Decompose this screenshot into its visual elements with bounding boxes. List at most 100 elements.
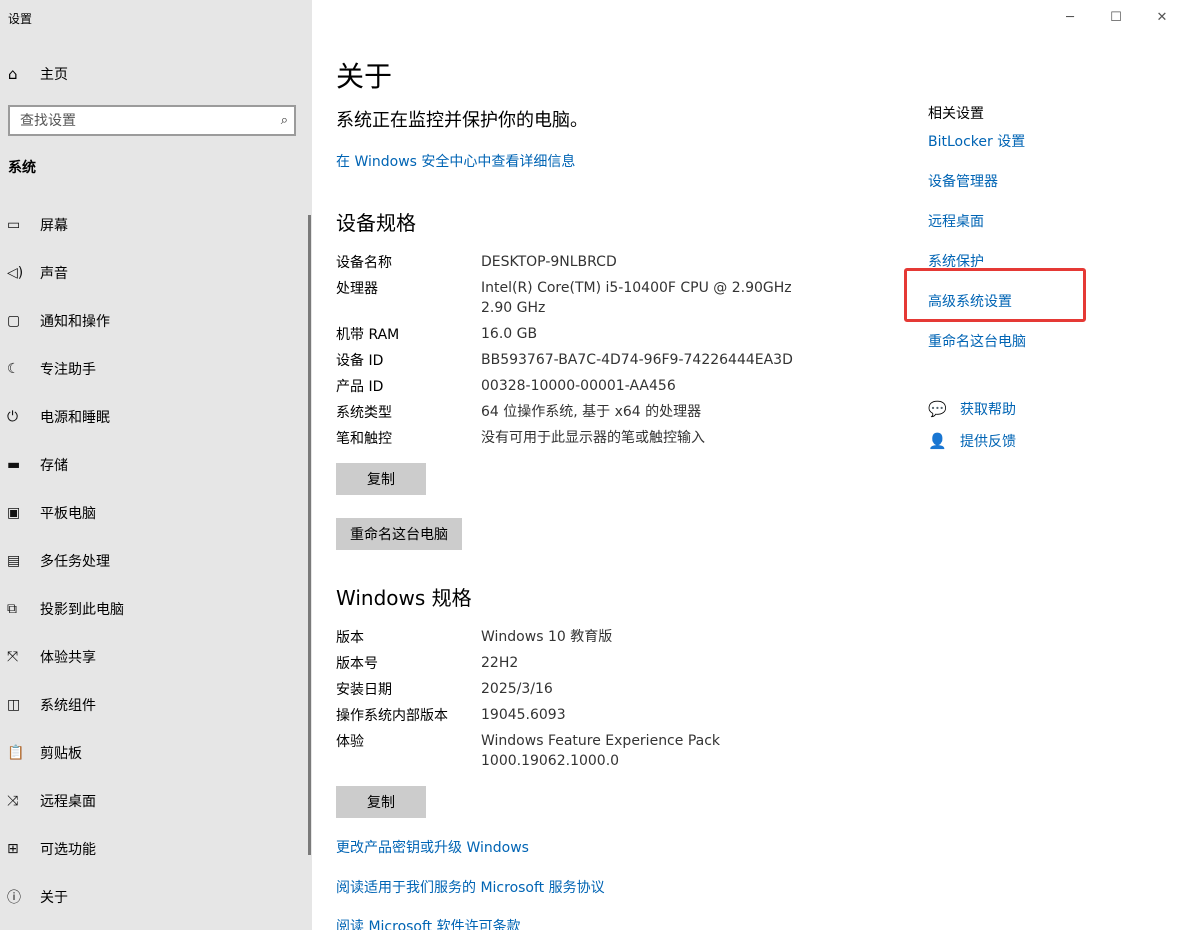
spec-value: DESKTOP-9NLBRCD [481, 254, 617, 270]
sidebar-item-optional-features[interactable]: ⊞ 可选功能 [0, 825, 312, 873]
spec-row: 安装日期 2025/3/16 [336, 679, 553, 699]
sidebar-item-label: 系统组件 [40, 698, 96, 714]
share-icon: ⤧ [7, 649, 19, 665]
spec-label: 体验 [336, 734, 364, 750]
give-feedback-link[interactable]: 提供反馈 [960, 431, 1016, 451]
search-icon[interactable]: ⌕ [281, 113, 288, 128]
sidebar-item-label: 电源和睡眠 [40, 410, 110, 426]
sidebar: 设置 ⌂ 主页 ⌕ 系统 ▭ 屏幕 ◁) 声音 ▢ 通知和操作 ☾ 专注助手 ⏻ 电源和睡… [0, 0, 312, 930]
minimize-icon[interactable]: ─ [1047, 6, 1093, 28]
spec-row: 系统类型 64 位操作系统, 基于 x64 的处理器 [336, 402, 701, 422]
close-icon[interactable]: ✕ [1139, 6, 1185, 28]
sidebar-item-power[interactable]: ⏻ 电源和睡眠 [0, 393, 312, 441]
sidebar-item-label: 专注助手 [40, 362, 96, 378]
project-icon: ⧉ [7, 601, 17, 617]
spec-row: 设备 ID BB593767-BA7C-4D74-96F9-74226444EA3… [336, 350, 793, 370]
copy-windows-specs-button[interactable]: 复制 [336, 786, 426, 818]
device-manager-link[interactable]: 设备管理器 [928, 171, 998, 191]
spec-value: 00328-10000-00001-AA456 [481, 378, 676, 394]
spec-label: 机带 RAM [336, 327, 400, 343]
maximize-icon[interactable]: ☐ [1093, 6, 1139, 28]
storage-icon: ▬ [7, 457, 21, 473]
windows-specs-heading: Windows 规格 [336, 586, 472, 610]
page-title: 关于 [336, 60, 393, 93]
spec-label: 版本 [336, 630, 364, 646]
sound-icon: ◁) [7, 265, 24, 281]
spec-row: 机带 RAM 16.0 GB [336, 324, 537, 344]
spec-label: 版本号 [336, 656, 378, 672]
sidebar-item-label: 可选功能 [40, 842, 96, 858]
sidebar-item-tablet[interactable]: ▣ 平板电脑 [0, 489, 312, 537]
spec-label: 安装日期 [336, 682, 392, 698]
rename-pc-button[interactable]: 重命名这台电脑 [336, 518, 462, 550]
sidebar-item-label: 声音 [40, 266, 68, 282]
get-help-row[interactable]: 💬 获取帮助 [928, 399, 1016, 419]
section-title: 系统 [8, 160, 36, 176]
spec-value-line2: 2.90 GHz [481, 300, 546, 316]
spec-row: 笔和触控 没有可用于此显示器的笔或触控输入 [336, 428, 705, 448]
sidebar-item-sound[interactable]: ◁) 声音 [0, 249, 312, 297]
protection-status: 系统正在监控并保护你的电脑。 [336, 110, 588, 131]
sidebar-item-multitasking[interactable]: ▤ 多任务处理 [0, 537, 312, 585]
window-controls: ─ ☐ ✕ [1047, 6, 1185, 28]
spec-label: 系统类型 [336, 405, 392, 421]
sidebar-item-remote-desktop[interactable]: ⤨ 远程桌面 [0, 777, 312, 825]
rename-pc-link[interactable]: 重命名这台电脑 [928, 331, 1026, 351]
sidebar-item-display[interactable]: ▭ 屏幕 [0, 201, 312, 249]
display-icon: ▭ [7, 217, 21, 233]
microsoft-services-agreement-link[interactable]: 阅读适用于我们服务的 Microsoft 服务协议 [336, 877, 605, 897]
sidebar-item-notifications[interactable]: ▢ 通知和操作 [0, 297, 312, 345]
notification-icon: ▢ [7, 313, 21, 329]
sidebar-item-label: 平板电脑 [40, 506, 96, 522]
sidebar-item-label: 关于 [40, 890, 68, 906]
sidebar-item-clipboard[interactable]: 📋 剪贴板 [0, 729, 312, 777]
search-box[interactable]: ⌕ [8, 105, 296, 136]
sidebar-item-label: 投影到此电脑 [40, 602, 124, 618]
sidebar-nav: ▭ 屏幕 ◁) 声音 ▢ 通知和操作 ☾ 专注助手 ⏻ 电源和睡眠 ▬ 存储 ▣ 平板电脑 ▤… [0, 201, 312, 921]
moon-icon: ☾ [7, 361, 20, 377]
sidebar-item-about[interactable]: ⓘ 关于 [0, 873, 312, 921]
spec-value: Windows 10 教育版 [481, 629, 613, 645]
sidebar-item-projecting[interactable]: ⧉ 投影到此电脑 [0, 585, 312, 633]
spec-value: 19045.6093 [481, 707, 566, 723]
copy-device-specs-button[interactable]: 复制 [336, 463, 426, 495]
spec-value: 16.0 GB [481, 326, 538, 342]
device-specs-heading: 设备规格 [336, 211, 416, 235]
spec-row: 处理器 Intel(R) Core(TM) i5-10400F CPU @ 2.9… [336, 278, 792, 318]
home-nav-item[interactable]: ⌂ 主页 [0, 58, 312, 90]
get-help-link[interactable]: 获取帮助 [960, 399, 1016, 419]
sidebar-item-shared-experiences[interactable]: ⤧ 体验共享 [0, 633, 312, 681]
sidebar-item-system-components[interactable]: ◫ 系统组件 [0, 681, 312, 729]
spec-value-line2: 1000.19062.1000.0 [481, 753, 620, 769]
home-label: 主页 [40, 67, 68, 83]
feedback-row[interactable]: 👤 提供反馈 [928, 431, 1016, 451]
spec-label: 设备名称 [336, 255, 392, 271]
spec-value: 22H2 [481, 655, 519, 671]
optional-features-icon: ⊞ [7, 841, 19, 857]
components-icon: ◫ [7, 697, 21, 713]
spec-label: 笔和触控 [336, 431, 392, 447]
spec-value: Windows Feature Experience Pack [481, 733, 721, 749]
spec-value: 没有可用于此显示器的笔或触控输入 [481, 430, 705, 446]
sidebar-item-label: 远程桌面 [40, 794, 96, 810]
change-product-key-link[interactable]: 更改产品密钥或升级 Windows [336, 837, 529, 857]
spec-row: 操作系统内部版本 19045.6093 [336, 705, 566, 725]
info-icon: ⓘ [7, 890, 21, 906]
sidebar-item-focus-assist[interactable]: ☾ 专注助手 [0, 345, 312, 393]
bitlocker-settings-link[interactable]: BitLocker 设置 [928, 131, 1025, 151]
remote-desktop-icon: ⤨ [7, 793, 19, 809]
sidebar-item-label: 存储 [40, 458, 68, 474]
security-center-link[interactable]: 在 Windows 安全中心中查看详细信息 [336, 151, 575, 171]
search-input[interactable] [20, 112, 260, 129]
spec-row: 产品 ID 00328-10000-00001-AA456 [336, 376, 676, 396]
spec-value: 2025/3/16 [481, 681, 553, 697]
software-license-terms-link[interactable]: 阅读 Microsoft 软件许可条款 [336, 916, 521, 930]
spec-row: 体验 Windows Feature Experience Pack 1000.19… [336, 731, 720, 771]
spec-label: 处理器 [336, 281, 378, 297]
sidebar-scrollbar[interactable] [308, 215, 311, 855]
spec-label: 产品 ID [336, 379, 384, 395]
multitask-icon: ▤ [7, 553, 21, 569]
tablet-icon: ▣ [7, 505, 21, 521]
sidebar-item-storage[interactable]: ▬ 存储 [0, 441, 312, 489]
remote-desktop-link[interactable]: 远程桌面 [928, 211, 984, 231]
